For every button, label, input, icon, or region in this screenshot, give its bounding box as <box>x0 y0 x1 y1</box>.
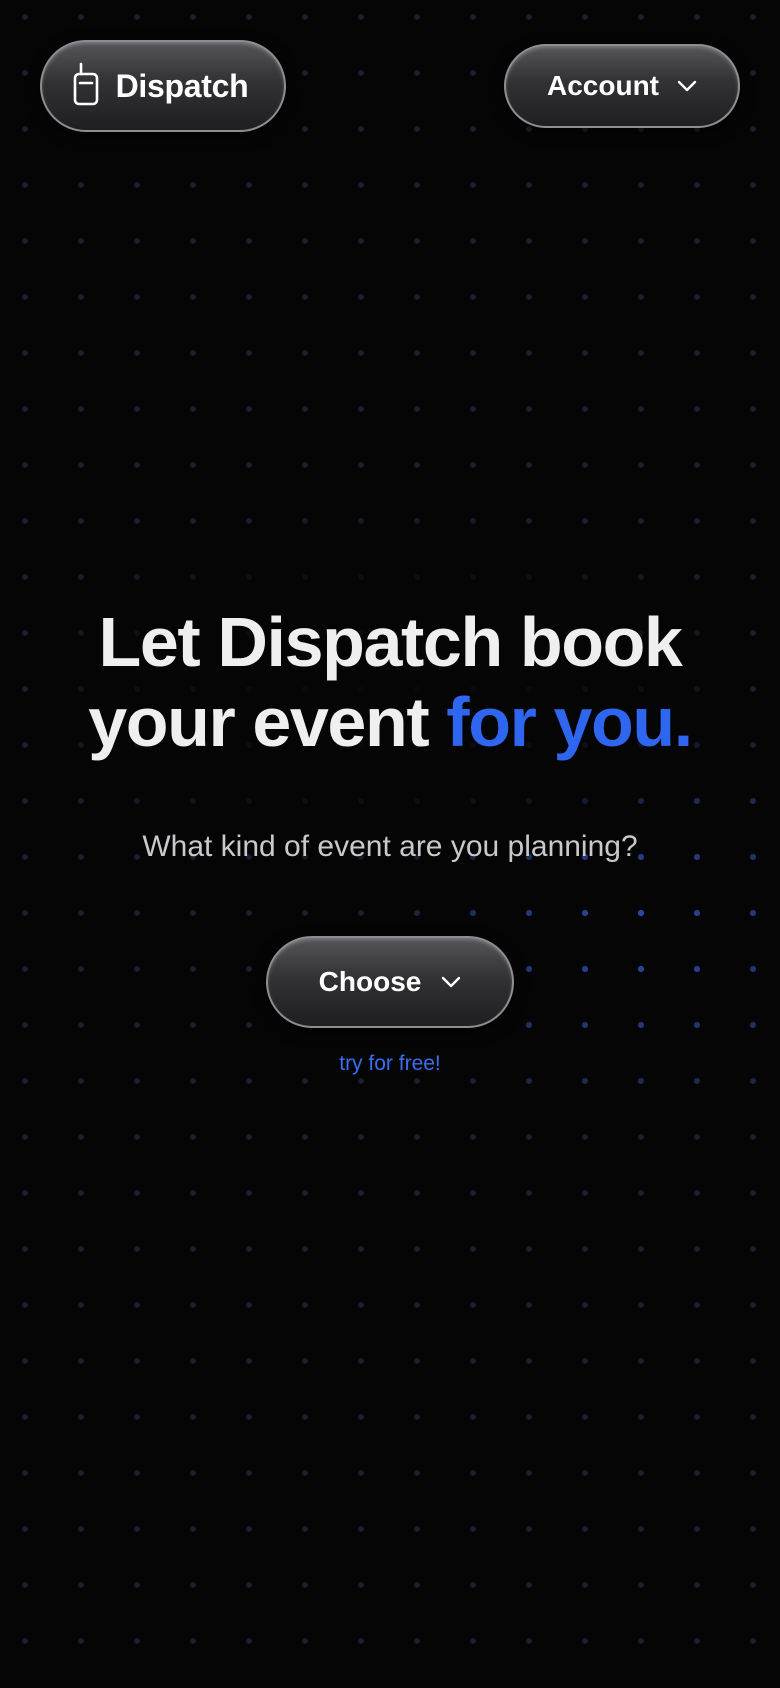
account-menu-button[interactable]: Account <box>504 44 740 128</box>
page: Dispatch Account Let Dispatch book your … <box>0 0 780 1688</box>
walkie-talkie-icon <box>72 61 100 112</box>
hero-title: Let Dispatch book your event for you. <box>0 602 780 762</box>
event-type-select[interactable]: Choose <box>266 936 514 1028</box>
try-for-free-label[interactable]: try for free! <box>339 1052 441 1075</box>
chevron-down-icon <box>677 80 697 92</box>
hero-title-accent: for you. <box>446 683 693 761</box>
event-type-select-label: Choose <box>318 966 422 997</box>
hero-title-line2: your event <box>88 683 447 761</box>
brand-home-button[interactable]: Dispatch <box>40 40 286 132</box>
account-label: Account <box>547 70 659 101</box>
hero-title-line1: Let Dispatch book <box>98 603 683 681</box>
brand-name: Dispatch <box>115 67 249 104</box>
chevron-down-icon <box>441 976 461 988</box>
hero-subtitle: What kind of event are you planning? <box>142 830 638 863</box>
try-for-free-link[interactable]: try for free! <box>0 1052 780 1076</box>
